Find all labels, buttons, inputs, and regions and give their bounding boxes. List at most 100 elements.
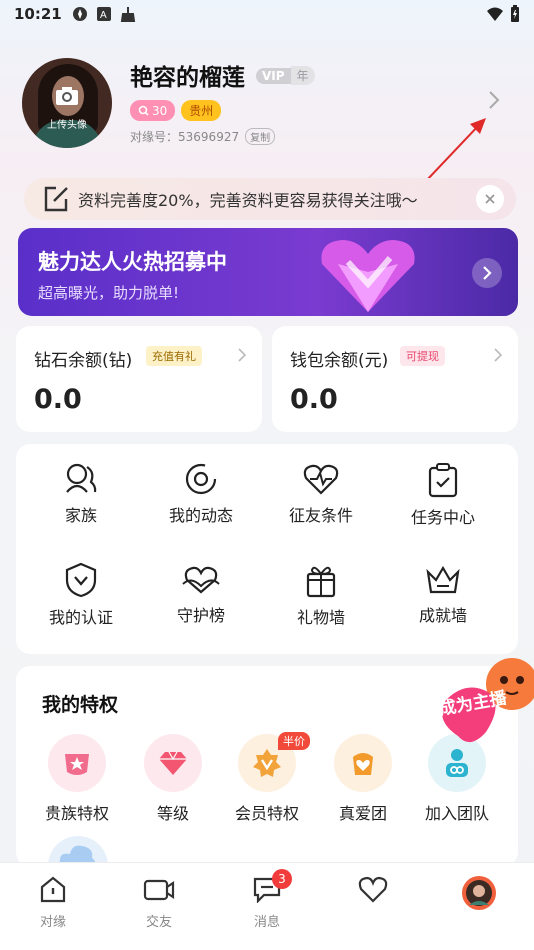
privilege-love-group[interactable]: 真爱团 [318,734,408,824]
tab-home[interactable]: 对缘 [18,875,88,930]
completion-text: 资料完善度20%，完善资料更容易获得关注哦～ [78,191,418,210]
feature-verification[interactable]: 我的认证 [26,548,136,638]
status-time: 10:21 [14,5,62,23]
promo-subtitle: 超高曝光，助力脱单! [38,284,180,302]
age-value: 30 [152,103,168,118]
tab-label: 交友 [145,915,172,930]
privilege-label: 等级 [156,804,189,823]
privilege-label: 贵族特权 [44,804,109,823]
become-anchor-button[interactable]: 成为主播 [426,650,534,760]
tab-me[interactable] [444,875,514,919]
privilege-level[interactable]: 等级 [128,734,218,824]
love-group-icon [353,753,373,775]
video-icon [143,879,175,901]
feature-achievement-wall[interactable]: 成就墙 [388,548,498,638]
love-group-icon-wrap [334,734,392,792]
task-icon [428,463,458,498]
privilege-label: 真爱团 [338,804,387,823]
privilege-noble[interactable]: 贵族特权 [32,734,122,824]
vip-badge[interactable]: VIP 年 [256,66,315,85]
upload-avatar-label: 上传头像 [47,120,87,131]
recharge-gift-tag: 充值有礼 [146,346,202,366]
profile-header[interactable]: 上传头像 艳容的榴莲 VIP 年 30 贵州 对缘号： 53696927 复制 [22,56,512,152]
status-right [486,5,520,23]
privilege-label: 加入团队 [424,804,489,823]
diamond-balance-amount: 0.0 [34,384,82,415]
message-badge: 3 [272,869,292,889]
status-bar: 10:21 A [0,0,534,28]
privileges-title: 我的特权 [42,694,119,716]
wallet-balance-amount: 0.0 [290,384,338,415]
copy-button[interactable]: 复制 [245,128,276,145]
crown-icon [426,565,460,594]
half-price-badge: 半价 [278,732,310,750]
edit-icon [44,186,68,212]
chevron-right-icon [483,266,492,280]
nickname: 艳容的榴莲 [130,65,245,91]
moments-icon [185,463,217,495]
female-icon [138,105,149,116]
chevron-right-icon[interactable] [488,90,500,110]
feature-label: 任务中心 [410,508,475,527]
vip-icon [253,749,281,777]
diamond-balance-card[interactable]: 钻石余额(钻) 充值有礼 0.0 [16,326,262,432]
tab-messages[interactable]: 3 消息 [232,869,302,930]
avatar-tab-icon [462,876,496,910]
feature-label: 成就墙 [418,606,467,625]
heart-icon [358,876,388,903]
settings-status-icon [72,7,87,21]
feature-label: 征友条件 [288,506,353,525]
avatar[interactable]: 上传头像 [22,58,112,148]
feature-label: 我的认证 [48,608,113,627]
tab-favorites[interactable] [338,875,408,911]
verify-icon [65,562,97,598]
chevron-right-icon [494,348,502,362]
chevron-right-icon [238,348,246,362]
level-icon-wrap [144,734,202,792]
gift-icon [306,566,336,598]
promo-go-button[interactable] [472,258,502,288]
vip-label: VIP [256,67,291,84]
feature-label: 守护榜 [176,606,225,625]
wallet-balance-label: 钱包余额(元) [290,351,389,371]
profile-completion-banner[interactable]: 资料完善度20%，完善资料更容易获得关注哦～ [24,178,516,220]
tab-label: 对缘 [39,915,66,930]
broom-status-icon [120,7,135,22]
id-row: 对缘号： 53696927 复制 [130,128,276,145]
feature-guard-board[interactable]: 守护榜 [146,548,256,638]
feature-dating-criteria[interactable]: 征友条件 [266,448,376,538]
charm-recruit-banner[interactable]: 魅力达人火热招募中 超高曝光，助力脱单! [18,228,518,316]
family-icon [66,463,97,493]
wallet-balance-card[interactable]: 钱包余额(元) 可提现 0.0 [272,326,518,432]
feature-label: 我的动态 [168,506,233,525]
home-icon [40,876,66,903]
age-tag: 30 [130,100,176,121]
city-tag: 贵州 [181,100,222,121]
battery-icon [511,5,519,22]
diamond-balance-label: 钻石余额(钻) [34,351,133,371]
feature-gift-wall[interactable]: 礼物墙 [266,548,376,638]
feature-grid: 家族 我的动态 征友条件 任务中心 我的认证 守护榜 礼物墙 成就墙 [16,444,518,654]
tab-make-friends[interactable]: 交友 [124,875,194,930]
guard-icon [182,566,220,594]
feature-label: 家族 [64,506,97,525]
bottom-tab-bar: 对缘 交友 3 消息 [0,862,534,950]
vip-suffix: 年 [290,66,315,85]
noble-icon-wrap [48,734,106,792]
heart-gem-icon [321,240,415,312]
close-banner-button[interactable] [476,185,504,213]
feature-task-center[interactable]: 任务中心 [388,448,498,538]
id-label: 对缘号： [130,130,179,144]
camera-icon [56,87,78,105]
privilege-vip[interactable]: 半价 会员特权 [222,732,312,824]
feature-family[interactable]: 家族 [26,448,136,538]
noble-icon [65,754,89,775]
privilege-label: 会员特权 [234,804,299,823]
wifi-icon [487,7,503,21]
diamond-level-icon [159,751,187,775]
feature-moments[interactable]: 我的动态 [146,448,256,538]
promo-title: 魅力达人火热招募中 [38,250,227,274]
profile-tags: 30 贵州 [130,100,222,121]
close-icon [485,194,495,204]
app-status-icon: A [96,7,111,21]
